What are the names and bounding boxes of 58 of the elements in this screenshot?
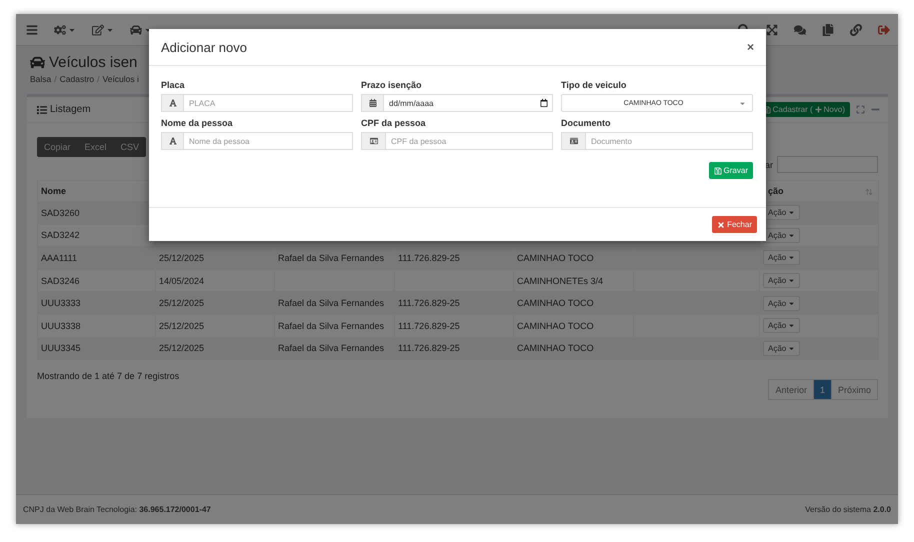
action-dropdown[interactable]: Ação <box>763 296 800 311</box>
breadcrumb-separator: / <box>97 74 100 84</box>
table-cell: CAMINHAO TOCO <box>514 246 634 270</box>
table-cell: 25/12/2025 <box>156 292 274 314</box>
modal-title: Adicionar novo <box>161 40 247 54</box>
table-cell: UUU3338 <box>38 314 156 338</box>
breadcrumb-separator: / <box>54 74 57 84</box>
breadcrumb-link[interactable]: Veículos i <box>102 74 139 84</box>
table-cell: 25/12/2025 <box>156 246 274 270</box>
field-label: Tipo de veiculo <box>561 80 628 90</box>
table-cell: 111.726.829-25 <box>394 337 514 360</box>
action-dropdown[interactable]: Ação <box>763 250 800 266</box>
table-cell: Rafael da Silva Fernandes <box>274 314 394 338</box>
action-dropdown[interactable]: Ação <box>763 340 800 356</box>
field-label: Nome da pessoa <box>161 118 234 128</box>
table-cell: AAA1111 <box>38 246 156 270</box>
table-cell: CAMINHAO TOCO <box>514 337 634 360</box>
records-info: Mostrando de 1 até 7 de 7 registros <box>37 371 180 382</box>
table-cell: UUU3333 <box>38 292 156 314</box>
field-label: Documento <box>561 118 612 128</box>
export-button[interactable]: CSV <box>114 137 146 157</box>
system-version: Versão do sistema 2.0.0 <box>805 505 891 514</box>
table-cell: Rafael da Silva Fernandes <box>274 246 394 270</box>
export-button[interactable]: Copiar <box>37 137 78 157</box>
date-field[interactable]: dd/mm/aaaa <box>383 94 553 112</box>
table-cell: CAMINHAO TOCO <box>514 314 634 338</box>
action-dropdown[interactable]: Ação <box>763 273 800 288</box>
company-info: CNPJ da Web Brain Tecnologia: 36.965.172/0001-47 <box>23 505 211 514</box>
input-field[interactable]: Nome da pessoa <box>183 132 353 150</box>
breadcrumb-link[interactable]: Balsa <box>30 74 52 84</box>
breadcrumb-link[interactable]: Cadastro <box>60 74 94 84</box>
table-cell: 111.726.829-25 <box>394 246 514 270</box>
action-dropdown[interactable]: Ação <box>763 228 800 243</box>
table-cell: 111.726.829-25 <box>394 292 514 314</box>
field-label: Prazo isenção <box>361 80 423 90</box>
table-cell: CAMINHAO TOCO <box>514 292 634 314</box>
action-dropdown[interactable]: Ação <box>763 205 800 220</box>
close-button[interactable]: Fechar <box>712 216 757 233</box>
page-link[interactable]: 1 <box>812 379 832 400</box>
page-link[interactable]: Próximo <box>830 379 878 400</box>
table-cell: 25/12/2025 <box>156 314 274 338</box>
save-button[interactable]: Gravar <box>708 162 753 179</box>
input-field[interactable]: CPF da pessoa <box>385 132 553 150</box>
table-cell: UUU3345 <box>38 337 156 360</box>
page-link[interactable]: Anterior <box>768 379 814 400</box>
input-field[interactable]: PLACA <box>183 94 353 112</box>
panel-title: Listagem <box>50 104 91 115</box>
table-cell: Rafael da Silva Fernandes <box>274 337 394 360</box>
table-cell: Rafael da Silva Fernandes <box>274 292 394 314</box>
close-button[interactable]: × <box>746 40 754 54</box>
field-label: Placa <box>161 80 186 90</box>
input-field[interactable]: Documento <box>585 132 753 150</box>
action-dropdown[interactable]: Ação <box>763 318 800 334</box>
field-label: CPF da pessoa <box>361 118 427 128</box>
table-cell: 25/12/2025 <box>156 337 274 360</box>
export-button[interactable]: Excel <box>78 137 114 157</box>
page-title: Veículos isen <box>49 54 138 71</box>
table-cell: 111.726.829-25 <box>394 314 514 338</box>
